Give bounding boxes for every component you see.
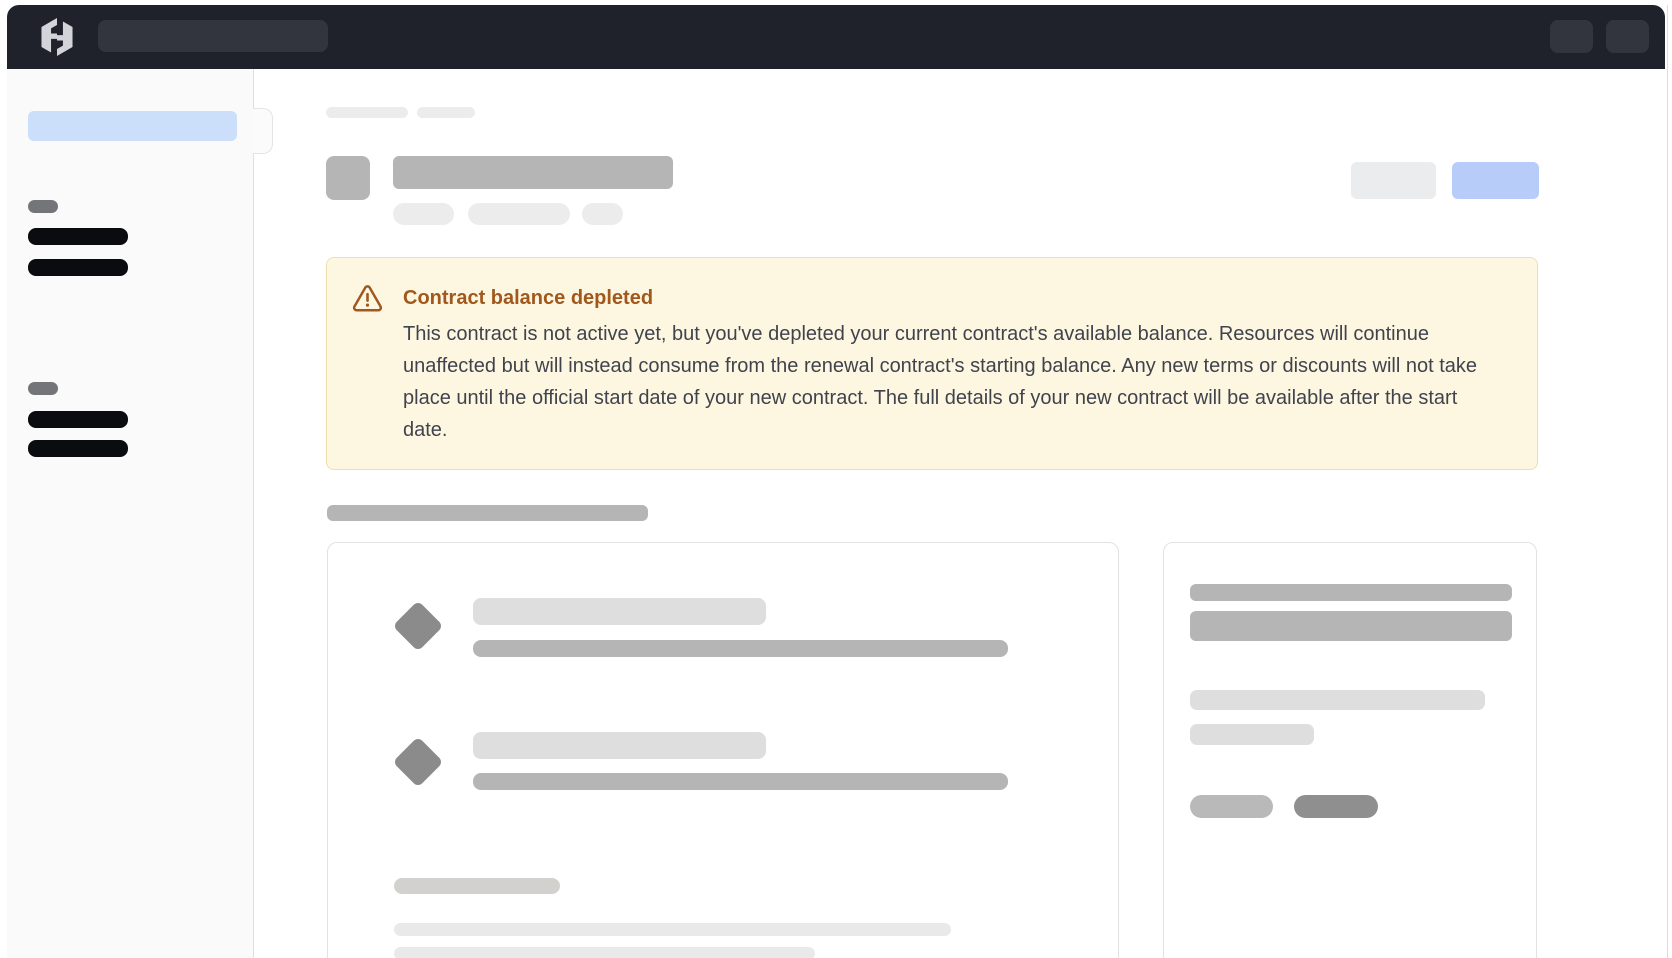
card-text-skeleton [1190,724,1314,745]
warning-triangle-icon [352,283,383,314]
sidebar [7,69,254,958]
breadcrumb-item-skeleton[interactable] [326,107,408,118]
topbar-button-skeleton[interactable] [1606,20,1649,53]
alert-body: This contract is not active yet, but you… [403,318,1495,446]
alert-title: Contract balance depleted [403,283,653,313]
sidebar-item-skeleton[interactable] [28,228,128,245]
card-footer-text-skeleton [394,923,951,936]
badge-skeleton [468,203,570,225]
card-title-skeleton [1190,584,1512,601]
list-item-title-skeleton [473,598,766,625]
content-card-right [1163,542,1537,958]
card-footer-text-skeleton [394,947,815,958]
list-item-title-skeleton [473,732,766,759]
card-title-skeleton [1190,611,1512,641]
badge-skeleton [582,203,623,225]
hashicorp-logo-icon [38,18,76,56]
secondary-button-skeleton[interactable] [1351,162,1436,199]
breadcrumb-item-skeleton[interactable] [417,107,475,118]
page-title-skeleton [393,156,673,189]
section-title-skeleton [327,505,648,521]
card-text-skeleton [1190,690,1485,710]
card-pill-skeleton [1294,795,1378,818]
diamond-icon [393,601,444,652]
sidebar-item-active-skeleton[interactable] [28,111,237,141]
warning-alert: Contract balance depleted This contract … [326,257,1538,470]
app-window: Contract balance depleted This contract … [0,0,1672,958]
top-navigation-bar [7,5,1665,69]
card-footer-label-skeleton [394,878,560,894]
topbar-button-skeleton[interactable] [1550,20,1593,53]
primary-button-skeleton[interactable] [1452,162,1539,199]
diamond-icon [393,737,444,788]
sidebar-collapse-handle[interactable] [253,108,273,154]
page-avatar-skeleton [326,156,370,200]
sidebar-item-skeleton[interactable] [28,440,128,457]
search-input-skeleton[interactable] [98,20,328,52]
content-card-left [327,542,1119,958]
list-item-text-skeleton [473,640,1008,657]
badge-skeleton [393,203,454,225]
window-right-edge [1667,5,1668,958]
list-item-text-skeleton [473,773,1008,790]
sidebar-item-skeleton[interactable] [28,411,128,428]
card-pill-skeleton [1190,795,1273,818]
sidebar-section-label-skeleton [28,200,58,213]
sidebar-section-label-skeleton [28,382,58,395]
sidebar-item-skeleton[interactable] [28,259,128,276]
